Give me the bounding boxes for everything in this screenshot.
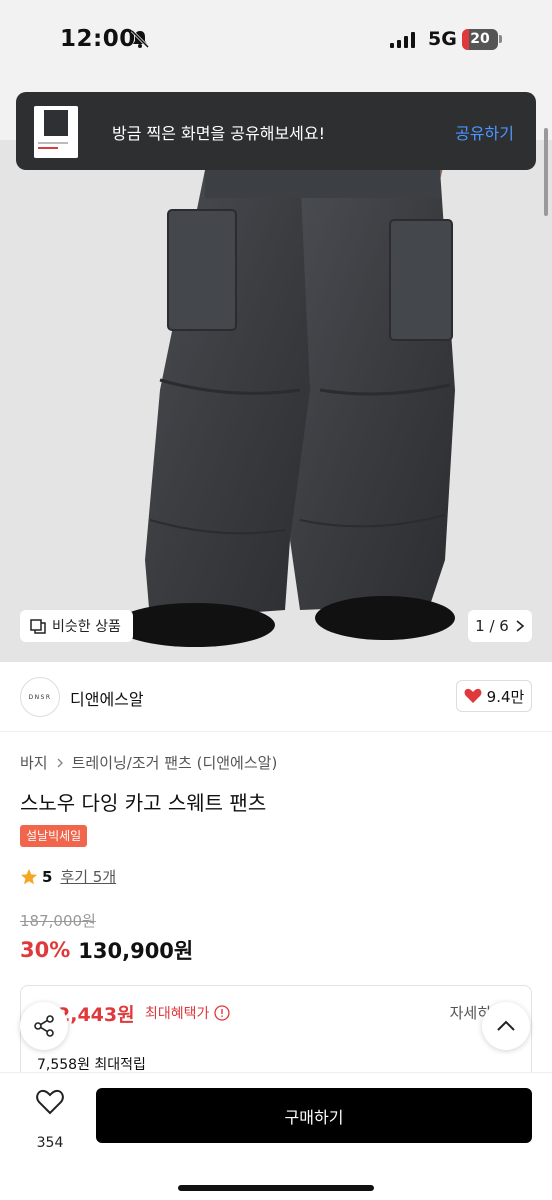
reviews-link[interactable]: 후기 5개 bbox=[60, 866, 116, 887]
breadcrumb-item[interactable]: 트레이닝/조거 팬츠 (디앤에스알) bbox=[72, 752, 278, 773]
network-type: 5G bbox=[428, 28, 457, 50]
heart-outline-icon bbox=[36, 1089, 64, 1115]
battery-percent: 20 bbox=[470, 31, 490, 47]
benefit-box[interactable]: 2,443원 최대혜택가 자세히 7,558원 최대적립 bbox=[20, 985, 532, 1085]
max-points: 7,558원 최대적립 bbox=[37, 1057, 146, 1073]
benefit-price: 2,443원 bbox=[57, 1004, 135, 1026]
home-indicator[interactable] bbox=[178, 1185, 374, 1191]
chevron-up-icon bbox=[497, 1020, 515, 1031]
brand-like-count: 9.4만 bbox=[486, 687, 525, 706]
chevron-right-icon bbox=[57, 758, 63, 767]
scroll-top-button[interactable] bbox=[482, 1002, 530, 1050]
share-toast[interactable]: 방금 찍은 화면을 공유해보세요! 공유하기 bbox=[16, 92, 536, 170]
product-title: 스노우 다잉 카고 스웨트 팬츠 bbox=[20, 791, 267, 815]
toast-message: 방금 찍은 화면을 공유해보세요! bbox=[112, 124, 326, 143]
chevron-right-icon bbox=[516, 620, 525, 632]
share-button[interactable] bbox=[20, 1002, 68, 1050]
breadcrumb-item[interactable]: 바지 bbox=[20, 752, 48, 773]
heart-filled-icon bbox=[464, 688, 482, 703]
brand-logo-text: DNSR bbox=[28, 693, 52, 701]
benefit-label-text: 최대혜택가 bbox=[145, 1006, 210, 1022]
product-photo bbox=[0, 140, 552, 662]
sale-badge: 설날빅세일 bbox=[20, 825, 88, 847]
brand-name[interactable]: 디앤에스알 bbox=[70, 686, 144, 710]
brand-row[interactable]: DNSR 디앤에스알 9.4만 bbox=[0, 662, 552, 732]
battery-level bbox=[462, 29, 470, 50]
similar-label: 비슷한 상품 bbox=[52, 619, 121, 635]
bell-off-icon bbox=[130, 29, 150, 49]
scroll-indicator[interactable] bbox=[544, 128, 548, 216]
sale-price: 130,900원 bbox=[78, 939, 194, 963]
bottom-bar: 354 구매하기 bbox=[0, 1072, 552, 1200]
battery-tip bbox=[499, 35, 502, 43]
wishlist-count: 354 bbox=[36, 1135, 64, 1151]
battery-icon: 20 bbox=[462, 29, 498, 50]
signal-icon bbox=[390, 32, 415, 48]
status-bar: 12:00 5G 20 bbox=[0, 0, 552, 80]
image-counter[interactable]: 1 / 6 bbox=[468, 610, 532, 642]
benefit-label: 최대혜택가 bbox=[145, 1003, 231, 1023]
brand-logo[interactable]: DNSR bbox=[20, 677, 60, 717]
brand-like-button[interactable]: 9.4만 bbox=[456, 680, 532, 712]
buy-button[interactable]: 구매하기 bbox=[96, 1088, 532, 1143]
rating-row[interactable]: 5 후기 5개 bbox=[20, 866, 116, 887]
clock: 12:00 bbox=[60, 26, 136, 52]
share-icon bbox=[34, 1015, 54, 1037]
breadcrumb: 바지 트레이닝/조거 팬츠 (디앤에스알) bbox=[20, 752, 277, 773]
price-row: 30% 130,900원 bbox=[20, 935, 193, 965]
similar-products-button[interactable]: 비슷한 상품 bbox=[20, 610, 133, 642]
screenshot-thumbnail bbox=[34, 106, 78, 158]
wishlist-button[interactable]: 354 bbox=[20, 1089, 80, 1151]
star-icon bbox=[21, 868, 37, 884]
share-action-button[interactable]: 공유하기 bbox=[455, 120, 514, 144]
image-counter-text: 1 / 6 bbox=[475, 617, 509, 635]
similar-icon bbox=[30, 619, 46, 634]
info-icon[interactable] bbox=[214, 1005, 231, 1021]
original-price: 187,000원 bbox=[20, 912, 96, 930]
discount-rate: 30% bbox=[20, 938, 71, 962]
rating-score: 5 bbox=[42, 867, 53, 886]
